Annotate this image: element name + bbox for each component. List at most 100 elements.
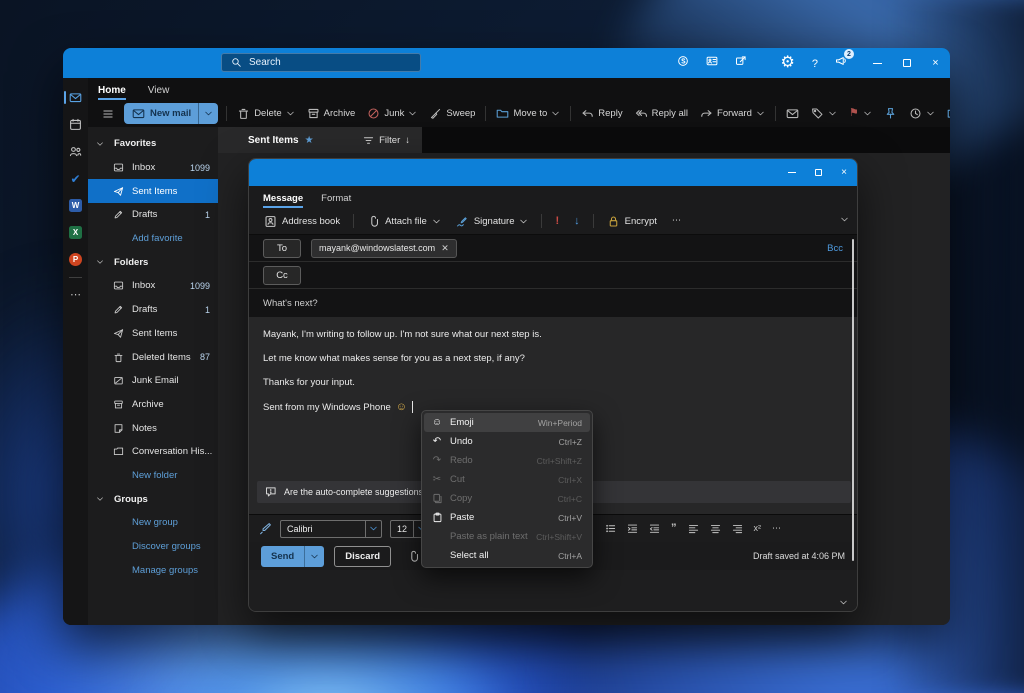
- font-select[interactable]: Calibri: [280, 519, 382, 538]
- low-importance-button[interactable]: ↓: [569, 213, 585, 230]
- align-center-button[interactable]: [710, 523, 721, 534]
- discard-button[interactable]: Discard: [334, 545, 392, 567]
- menu-item-select-all[interactable]: Select all Ctrl+A: [424, 546, 590, 565]
- pin-button[interactable]: [878, 104, 903, 123]
- tab-message[interactable]: Message: [263, 193, 304, 208]
- sidebar-item-drafts[interactable]: Drafts 1: [88, 203, 218, 227]
- attach-file-button[interactable]: Attach file: [362, 212, 446, 231]
- move-to-button[interactable]: Move to: [490, 104, 566, 123]
- sidebar-item-drafts[interactable]: Drafts 1: [88, 298, 218, 322]
- to-button[interactable]: To: [263, 238, 301, 258]
- feedback-button[interactable]: 2: [835, 49, 854, 72]
- help-button[interactable]: ?: [812, 54, 818, 72]
- maximize-button[interactable]: [892, 48, 921, 78]
- favorite-star-icon[interactable]: ★: [305, 135, 314, 146]
- share-button[interactable]: [735, 54, 747, 72]
- rail-item-powerpoint[interactable]: P: [63, 246, 88, 273]
- compose-scrollbar[interactable]: [852, 239, 854, 561]
- signature-button[interactable]: Signature: [451, 212, 534, 231]
- section-header-folders[interactable]: Folders: [88, 250, 218, 274]
- rail-item-more-apps[interactable]: ⋯: [63, 282, 88, 309]
- subject-field[interactable]: What's next?: [249, 289, 857, 317]
- menu-item-paste[interactable]: Paste Ctrl+V: [424, 508, 590, 527]
- bullet-list-button[interactable]: [605, 523, 616, 534]
- format-painter-icon[interactable]: [259, 522, 272, 535]
- forward-button[interactable]: Forward: [694, 104, 771, 123]
- read-unread-button[interactable]: [780, 104, 805, 123]
- presence-s-button[interactable]: [677, 54, 689, 72]
- tab-home[interactable]: Home: [98, 85, 126, 100]
- rail-item-todo[interactable]: ✔: [63, 165, 88, 192]
- recipient-chip[interactable]: mayank@windowslatest.com ✕: [311, 238, 457, 258]
- move-rules-button[interactable]: [941, 104, 950, 123]
- chevron-down-icon[interactable]: [198, 103, 218, 124]
- sidebar-link-new-folder[interactable]: New folder: [88, 464, 218, 488]
- rail-item-calendar[interactable]: [63, 111, 88, 138]
- cc-button[interactable]: Cc: [263, 265, 301, 285]
- sidebar-item-sent-items[interactable]: Sent Items: [88, 322, 218, 346]
- compose-titlebar[interactable]: ×: [249, 159, 857, 186]
- sidebar-link-discover-groups[interactable]: Discover groups: [88, 535, 218, 559]
- sidebar-link-add-favorite[interactable]: Add favorite: [88, 227, 218, 251]
- remove-recipient-icon[interactable]: ✕: [441, 243, 449, 254]
- superscript-button[interactable]: x²: [754, 524, 762, 533]
- rail-item-word[interactable]: W: [63, 192, 88, 219]
- categorize-button[interactable]: [805, 104, 843, 123]
- sidebar-link-new-group[interactable]: New group: [88, 511, 218, 535]
- blockquote-button[interactable]: ”: [671, 523, 677, 534]
- to-row[interactable]: To mayank@windowslatest.com ✕ Bcc: [249, 235, 857, 262]
- encrypt-button[interactable]: Encrypt: [602, 212, 662, 231]
- rail-item-excel[interactable]: X: [63, 219, 88, 246]
- delete-button[interactable]: Delete: [231, 104, 300, 123]
- sidebar-item-inbox[interactable]: Inbox 1099: [88, 274, 218, 298]
- compose-maximize-button[interactable]: [805, 159, 831, 186]
- section-header-groups[interactable]: Groups: [88, 487, 218, 511]
- hamburger-menu-button[interactable]: [96, 105, 120, 123]
- bcc-link[interactable]: Bcc: [827, 243, 843, 254]
- contact-card-button[interactable]: [706, 54, 718, 72]
- sidebar-item-junk-email[interactable]: Junk Email: [88, 369, 218, 393]
- sidebar-item-inbox[interactable]: Inbox 1099: [88, 156, 218, 180]
- compose-close-button[interactable]: ×: [831, 159, 857, 186]
- cc-row[interactable]: Cc: [249, 262, 857, 289]
- search-input[interactable]: Search: [221, 53, 421, 72]
- close-button[interactable]: ×: [921, 48, 950, 78]
- more-button[interactable]: ⋯: [772, 524, 781, 533]
- sweep-button[interactable]: Sweep: [423, 104, 481, 123]
- tab-format[interactable]: Format: [321, 193, 351, 208]
- more-commands-button[interactable]: ⋯: [667, 213, 687, 229]
- reply-button[interactable]: Reply: [575, 104, 628, 123]
- address-book-button[interactable]: Address book: [259, 212, 345, 231]
- compose-minimize-button[interactable]: [779, 159, 805, 186]
- send-button[interactable]: Send: [261, 545, 325, 567]
- indent-decrease-button[interactable]: [649, 523, 660, 534]
- rail-item-people[interactable]: [63, 138, 88, 165]
- menu-item-emoji[interactable]: ☺ Emoji Win+Period: [424, 413, 590, 432]
- menu-item-undo[interactable]: ↶ Undo Ctrl+Z: [424, 432, 590, 451]
- junk-button[interactable]: Junk: [361, 104, 423, 123]
- scroll-down-chevron-icon[interactable]: [839, 598, 848, 607]
- minimize-button[interactable]: [863, 48, 892, 78]
- indent-increase-button[interactable]: [627, 523, 638, 534]
- rail-item-mail[interactable]: [63, 84, 88, 111]
- reply-all-button[interactable]: Reply all: [629, 104, 694, 123]
- sidebar-item-archive[interactable]: Archive: [88, 393, 218, 417]
- section-header-favorites[interactable]: Favorites: [88, 132, 218, 156]
- filter-button[interactable]: Filter ↓: [363, 135, 410, 146]
- sidebar-link-manage-groups[interactable]: Manage groups: [88, 558, 218, 582]
- settings-gear-button[interactable]: ⚙: [781, 54, 795, 72]
- sidebar-item-sent-items[interactable]: Sent Items: [88, 179, 218, 204]
- tab-view[interactable]: View: [148, 85, 170, 100]
- new-mail-button[interactable]: New mail: [124, 103, 219, 124]
- sidebar-item-notes[interactable]: Notes: [88, 416, 218, 440]
- sidebar-item-deleted-items[interactable]: Deleted Items 87: [88, 345, 218, 369]
- archive-button[interactable]: Archive: [301, 104, 362, 123]
- flag-button[interactable]: ⚑: [843, 105, 878, 122]
- snooze-button[interactable]: [903, 104, 941, 123]
- sidebar-item-conversation-his-[interactable]: Conversation His...: [88, 440, 218, 464]
- align-left-button[interactable]: [688, 523, 699, 534]
- align-right-button[interactable]: [732, 523, 743, 534]
- high-importance-button[interactable]: !: [550, 213, 564, 230]
- collapse-toolbar-chevron-icon[interactable]: [840, 215, 849, 224]
- paperclip-icon[interactable]: [407, 550, 420, 563]
